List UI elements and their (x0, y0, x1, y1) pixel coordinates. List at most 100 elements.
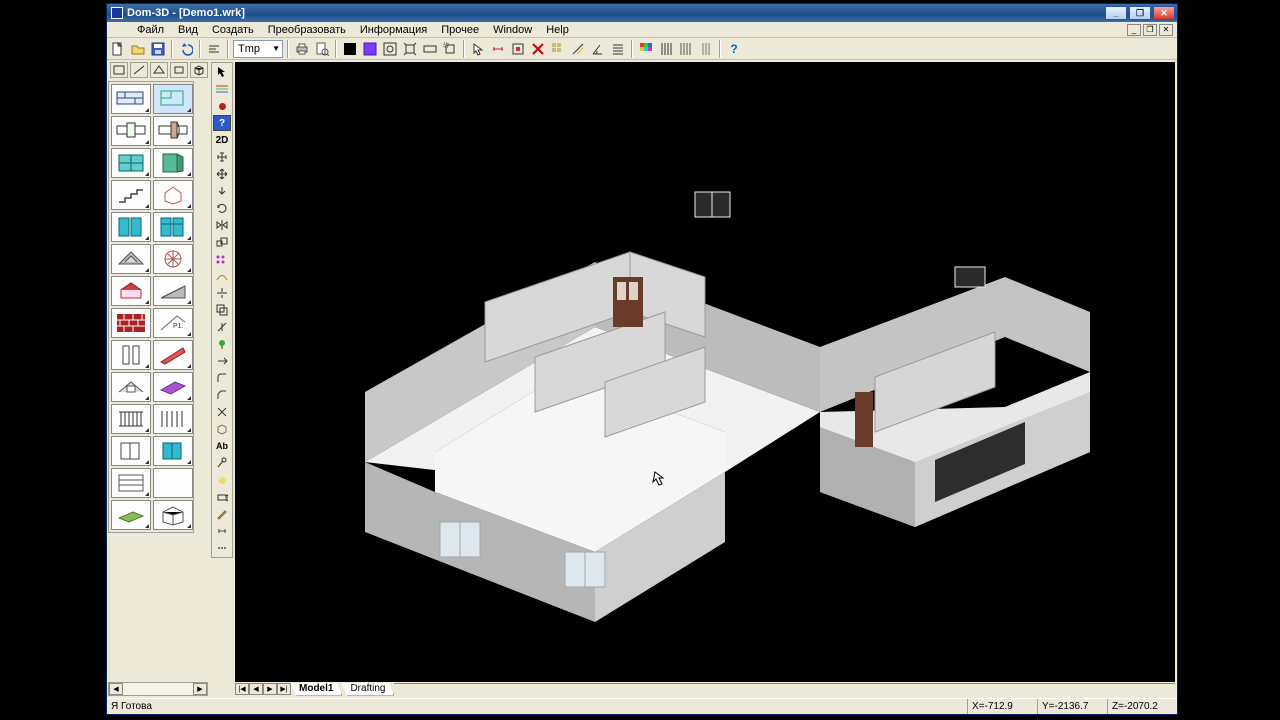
grid-icon[interactable] (441, 40, 459, 58)
undo-icon[interactable] (177, 40, 195, 58)
roof-tool-icon[interactable] (111, 244, 151, 274)
hatch2-icon[interactable] (697, 40, 715, 58)
print-icon[interactable] (293, 40, 311, 58)
lines-icon[interactable] (677, 40, 695, 58)
door-tool-icon[interactable] (153, 116, 193, 146)
layer-select[interactable]: Tmp ▼ (233, 40, 283, 58)
scroll-track[interactable] (123, 683, 193, 695)
angle-icon[interactable] (589, 40, 607, 58)
mirror-icon[interactable] (213, 217, 231, 233)
scroll-left-icon[interactable]: ◀ (109, 683, 123, 695)
dimension-icon[interactable] (489, 40, 507, 58)
open-file-icon[interactable] (129, 40, 147, 58)
empty-tool-icon[interactable] (153, 468, 193, 498)
opening-tool-icon[interactable] (111, 116, 151, 146)
curve-icon[interactable] (213, 268, 231, 284)
offset-icon[interactable] (213, 302, 231, 318)
array-icon[interactable] (549, 40, 567, 58)
viewtab-line-icon[interactable] (130, 62, 148, 78)
tile-material-icon[interactable] (111, 308, 151, 338)
light-icon[interactable] (213, 472, 231, 488)
balcony-door-icon[interactable] (153, 212, 193, 242)
extend-icon[interactable] (213, 353, 231, 369)
zoom-extents-icon[interactable] (421, 40, 439, 58)
move-icon[interactable] (213, 166, 231, 182)
split-icon[interactable] (213, 285, 231, 301)
select-mode-icon[interactable] (361, 40, 379, 58)
new-file-icon[interactable] (109, 40, 127, 58)
record-icon[interactable] (213, 98, 231, 114)
tab-nav-next[interactable]: ▶ (263, 683, 277, 695)
info-icon[interactable]: ? (213, 115, 231, 131)
menu-view[interactable]: Вид (172, 23, 204, 37)
box-3d-icon[interactable] (153, 500, 193, 530)
door-3d-tool-icon[interactable] (153, 148, 193, 178)
print-preview-icon[interactable] (313, 40, 331, 58)
railing-tool-icon[interactable] (111, 404, 151, 434)
room-tool-icon[interactable] (153, 84, 193, 114)
mdi-maximize-button[interactable]: ❐ (1143, 24, 1157, 36)
window-minimize-button[interactable]: _ (1105, 6, 1127, 20)
viewtab-box-icon[interactable] (170, 62, 188, 78)
roof-slope-icon[interactable] (153, 276, 193, 306)
menu-other[interactable]: Прочее (435, 23, 485, 37)
cabinet-glass-icon[interactable] (153, 436, 193, 466)
save-file-icon[interactable] (149, 40, 167, 58)
menu-create[interactable]: Создать (206, 23, 260, 37)
snap-icon[interactable] (509, 40, 527, 58)
more-icon[interactable] (213, 540, 231, 556)
floor-slab-icon[interactable] (111, 500, 151, 530)
color-swatch-icon[interactable] (341, 40, 359, 58)
stair-tool-icon[interactable] (111, 180, 151, 210)
scale-icon[interactable] (213, 234, 231, 250)
column-tool-icon[interactable] (153, 180, 193, 210)
rotate-icon[interactable] (213, 200, 231, 216)
house-tool-icon[interactable] (111, 276, 151, 306)
palette-scrollbar[interactable]: ◀ ▶ (108, 682, 208, 696)
viewtab-shape-icon[interactable] (150, 62, 168, 78)
menu-window[interactable]: Window (487, 23, 538, 37)
align-icon[interactable] (205, 40, 223, 58)
explode-icon[interactable] (213, 404, 231, 420)
expand-icon[interactable] (213, 149, 231, 165)
3d-viewport[interactable] (235, 62, 1175, 682)
measure-icon[interactable] (569, 40, 587, 58)
help-icon[interactable]: ? (725, 40, 743, 58)
down-arrow-icon[interactable] (213, 183, 231, 199)
menu-file[interactable]: Файл (131, 23, 170, 37)
dim-horiz-icon[interactable] (213, 523, 231, 539)
box-outline-icon[interactable] (213, 421, 231, 437)
wall-tool-icon[interactable] (111, 84, 151, 114)
hatch-icon[interactable] (657, 40, 675, 58)
purple-dots-icon[interactable] (213, 251, 231, 267)
zoom-window-icon[interactable] (381, 40, 399, 58)
2d-mode-icon[interactable]: 2D (213, 132, 231, 148)
balcony-window-icon[interactable] (111, 212, 151, 242)
text-icon[interactable]: Ab (213, 438, 231, 454)
line-types-icon[interactable] (213, 81, 231, 97)
camera-icon[interactable] (213, 489, 231, 505)
tab-model[interactable]: Model1 (290, 683, 342, 696)
chamfer-icon[interactable] (213, 387, 231, 403)
trim-icon[interactable] (213, 319, 231, 335)
select-cursor-icon[interactable] (213, 64, 231, 80)
menu-info[interactable]: Информация (354, 23, 433, 37)
drawer-tool-icon[interactable] (111, 468, 151, 498)
window-close-button[interactable]: ✕ (1153, 6, 1175, 20)
palette-icon[interactable] (637, 40, 655, 58)
pen-icon[interactable] (213, 506, 231, 522)
tab-drafting[interactable]: Drafting (341, 683, 394, 696)
scroll-right-icon[interactable]: ▶ (193, 683, 207, 695)
cursor-arrow-icon[interactable] (469, 40, 487, 58)
slope-red-icon[interactable] (153, 340, 193, 370)
window-maximize-button[interactable]: ❐ (1129, 6, 1151, 20)
viewtab-ortho-icon[interactable] (110, 62, 128, 78)
pan-icon[interactable] (401, 40, 419, 58)
spiral-stair-icon[interactable] (153, 244, 193, 274)
slab-purple-icon[interactable] (153, 372, 193, 402)
tab-nav-prev[interactable]: ◀ (249, 683, 263, 695)
roof-pitch-icon[interactable]: P1. (153, 308, 193, 338)
cabinet-tool-icon[interactable] (111, 436, 151, 466)
layers-icon[interactable] (609, 40, 627, 58)
fillet-icon[interactable] (213, 370, 231, 386)
